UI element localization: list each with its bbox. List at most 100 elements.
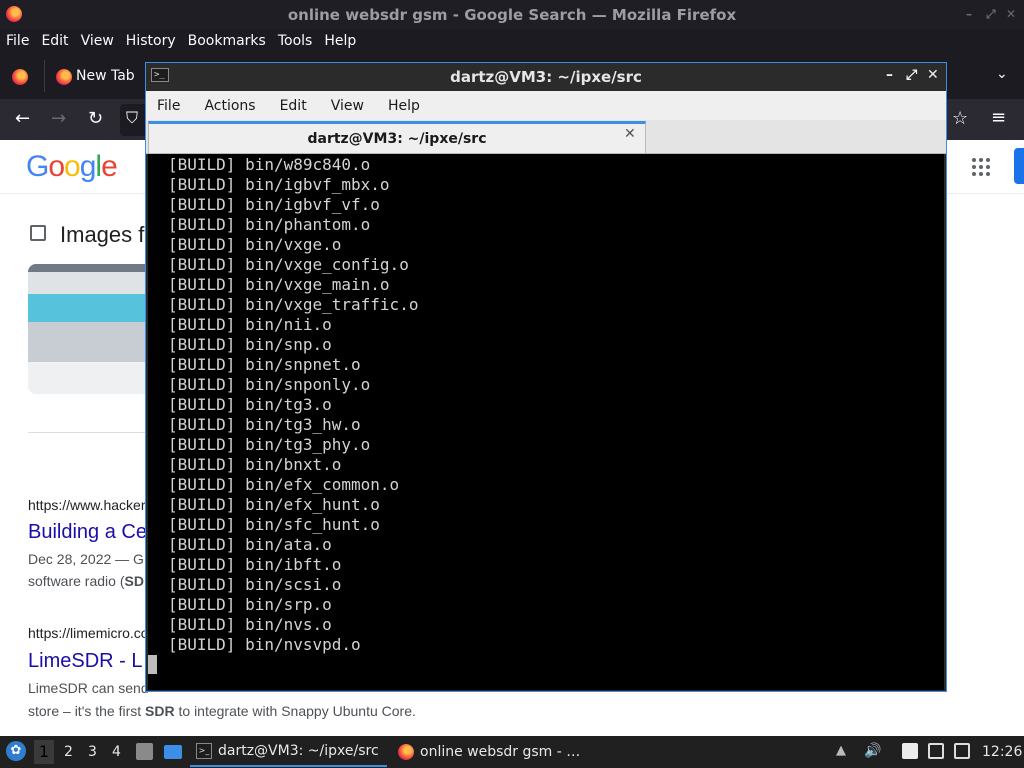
terminal-line: [BUILD] bin/vxge_main.o: [168, 275, 390, 294]
terminal-line: [BUILD] bin/efx_common.o: [168, 475, 400, 494]
terminal-line: [BUILD] bin/nii.o: [168, 315, 332, 334]
list-tabs-chevron-down-icon[interactable]: ⌄: [996, 66, 1008, 82]
terminal-output[interactable]: [BUILD] bin/w89c840.o [BUILD] bin/igbvf_m…: [148, 154, 944, 690]
terminal-line: [BUILD] bin/nvs.o: [168, 615, 332, 634]
firefox-titlebar: online websdr gsm - Google Search — Mozi…: [0, 0, 1024, 29]
menu-history[interactable]: History: [126, 33, 176, 49]
terminal-line: [BUILD] bin/snpnet.o: [168, 355, 361, 374]
firefox-icon: [398, 744, 414, 760]
result-1-title-link[interactable]: Building a Ce: [28, 521, 147, 544]
tab-favicon-firefox-icon: [56, 69, 72, 85]
terminal-window-title: dartz@VM3: ~/ipxe/src: [450, 68, 642, 86]
terminal-menu-file[interactable]: File: [157, 98, 180, 114]
terminal-line: [BUILD] bin/ibft.o: [168, 555, 342, 574]
terminal-line: [BUILD] bin/snp.o: [168, 335, 332, 354]
terminal-line: [BUILD] bin/vxge_config.o: [168, 255, 409, 274]
terminal-line: [BUILD] bin/vxge_traffic.o: [168, 295, 419, 314]
firefox-menubar: File Edit View History Bookmarks Tools H…: [0, 29, 1024, 53]
shield-icon[interactable]: ⛉: [126, 108, 138, 128]
terminal-line: [BUILD] bin/scsi.o: [168, 575, 342, 594]
menu-edit[interactable]: Edit: [41, 33, 68, 49]
menu-tools[interactable]: Tools: [278, 33, 313, 49]
file-manager-icon[interactable]: [164, 745, 182, 759]
terminal-line: [BUILD] bin/ata.o: [168, 535, 332, 554]
show-desktop-icon[interactable]: [136, 743, 153, 760]
reload-icon[interactable]: ↻: [88, 108, 103, 129]
menu-help[interactable]: Help: [324, 33, 356, 49]
terminal-line: [BUILD] bin/w89c840.o: [168, 155, 371, 174]
result-1-snippet-date: Dec 28, 2022 — G: [28, 551, 144, 567]
start-menu-icon[interactable]: ✿: [6, 741, 26, 761]
image-icon: [30, 225, 46, 241]
terminal-titlebar[interactable]: dartz@VM3: ~/ipxe/src: [146, 63, 946, 91]
firefox-window-title: online websdr gsm - Google Search — Mozi…: [287, 5, 737, 24]
terminal-line: [BUILD] bin/bnxt.o: [168, 455, 342, 474]
minimize-icon[interactable]: –: [966, 7, 972, 21]
clock[interactable]: 12:26: [982, 744, 1022, 760]
terminal-menubar: File Actions Edit View Help: [146, 91, 946, 120]
terminal-line: [BUILD] bin/nvsvpd.o: [168, 635, 361, 654]
taskbar-item-firefox[interactable]: online websdr gsm - …: [392, 737, 592, 767]
terminal-line: [BUILD] bin/efx_hunt.o: [168, 495, 380, 514]
terminal-menu-view[interactable]: View: [331, 98, 364, 114]
workspace-1[interactable]: 1: [34, 740, 54, 764]
result-2-snippet-line1: LimeSDR can send: [28, 680, 149, 696]
volume-icon[interactable]: 🔊: [864, 743, 881, 759]
terminal-line: [BUILD] bin/tg3.o: [168, 395, 332, 414]
terminal-line: [BUILD] bin/snponly.o: [168, 375, 371, 394]
terminal-line: [BUILD] bin/vxge.o: [168, 235, 342, 254]
back-arrow-icon[interactable]: ←: [15, 108, 30, 129]
result-2-title-link[interactable]: LimeSDR - L: [28, 650, 142, 673]
terminal-line: [BUILD] bin/igbvf_vf.o: [168, 195, 380, 214]
menu-file[interactable]: File: [6, 33, 29, 49]
network-icon[interactable]: [928, 743, 944, 759]
terminal-maximize-icon[interactable]: ⤢: [906, 67, 917, 83]
terminal-icon: >_: [196, 743, 212, 759]
terminal-cursor: [148, 655, 157, 674]
menu-view[interactable]: View: [81, 33, 114, 49]
workspace-3[interactable]: 3: [88, 744, 97, 760]
result-2-url[interactable]: https://limemicro.co: [28, 625, 149, 641]
forward-arrow-icon[interactable]: →: [51, 108, 66, 129]
terminal-line: [BUILD] bin/tg3_phy.o: [168, 435, 371, 454]
terminal-line: [BUILD] bin/igbvf_mbx.o: [168, 175, 390, 194]
images-section-heading: Images f: [60, 222, 145, 247]
terminal-menu-actions[interactable]: Actions: [204, 98, 255, 114]
terminal-menu-edit[interactable]: Edit: [280, 98, 307, 114]
close-icon[interactable]: ✕: [1006, 7, 1016, 21]
workspace-4[interactable]: 4: [112, 744, 121, 760]
hamburger-menu-icon[interactable]: ≡: [991, 107, 1006, 128]
google-apps-grid-icon[interactable]: [972, 158, 990, 176]
terminal-line: [BUILD] bin/tg3_hw.o: [168, 415, 361, 434]
terminal-tab[interactable]: dartz@VM3: ~/ipxe/src: [148, 121, 646, 153]
bluetooth-icon[interactable]: [954, 743, 970, 759]
section-divider: [28, 432, 146, 433]
result-1-snippet: software radio (SD: [28, 573, 144, 589]
terminal-line: [BUILD] bin/srp.o: [168, 595, 332, 614]
tab-new-tab[interactable]: New Tab: [76, 68, 135, 84]
google-logo[interactable]: Google: [26, 150, 118, 184]
terminal-tab-close-icon[interactable]: ✕: [624, 126, 636, 142]
terminal-line: [BUILD] bin/phantom.o: [168, 215, 371, 234]
taskbar-item-label: dartz@VM3: ~/ipxe/src: [218, 743, 379, 759]
menu-bookmarks[interactable]: Bookmarks: [188, 33, 266, 49]
workspace-2[interactable]: 2: [64, 744, 73, 760]
notes-icon[interactable]: [902, 743, 918, 759]
result-1-url[interactable]: https://www.hacker: [28, 497, 146, 513]
taskbar-item-terminal[interactable]: >_ dartz@VM3: ~/ipxe/src: [190, 737, 387, 767]
result-2-snippet-line2: store – it's the first SDR to integrate …: [28, 703, 416, 719]
terminal-tab-label: dartz@VM3: ~/ipxe/src: [307, 130, 487, 147]
terminal-minimize-icon[interactable]: –: [886, 67, 893, 83]
terminal-line: [BUILD] bin/sfc_hunt.o: [168, 515, 380, 534]
tab-divider: [44, 60, 45, 92]
maximize-icon[interactable]: ⤢: [986, 7, 996, 22]
firefox-view-icon[interactable]: [12, 69, 28, 85]
clipboard-icon[interactable]: ▲: [836, 743, 852, 759]
terminal-close-icon[interactable]: ✕: [927, 67, 939, 83]
bookmark-star-icon[interactable]: ☆: [952, 108, 968, 129]
terminal-output-lines: [BUILD] bin/w89c840.o [BUILD] bin/igbvf_m…: [168, 155, 418, 655]
taskbar-item-label: online websdr gsm - …: [420, 744, 581, 760]
sign-in-button[interactable]: [1014, 148, 1024, 184]
image-result-thumbnail[interactable]: [28, 264, 146, 394]
terminal-menu-help[interactable]: Help: [388, 98, 420, 114]
